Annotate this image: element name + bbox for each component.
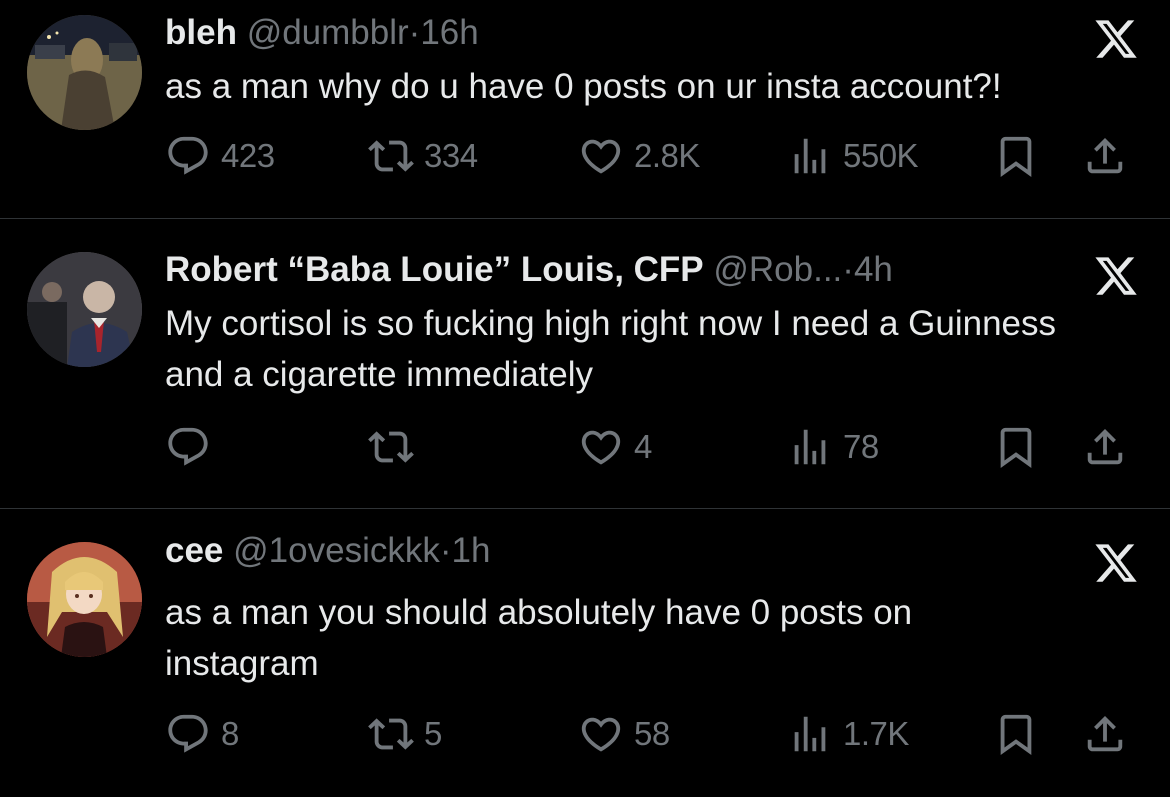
action-bar: 4 78 bbox=[165, 424, 1140, 470]
repost-arrows-icon bbox=[368, 431, 414, 463]
tweet-text: as a man why do u have 0 posts on ur ins… bbox=[165, 67, 1002, 106]
like-count: 58 bbox=[634, 715, 670, 752]
like-count: 2.8K bbox=[634, 137, 700, 174]
views-button[interactable]: 1.7K bbox=[787, 711, 909, 757]
display-name[interactable]: cee bbox=[165, 531, 223, 570]
bookmark-button[interactable] bbox=[993, 424, 1039, 470]
repost-count: 5 bbox=[424, 715, 442, 752]
speech-bubble-icon bbox=[168, 714, 208, 753]
like-button[interactable]: 4 bbox=[578, 424, 652, 470]
views-count: 550K bbox=[843, 137, 919, 174]
reply-button[interactable]: 423 bbox=[165, 133, 275, 179]
tweet[interactable]: bleh @dumbblr·16h as a man why do u have… bbox=[0, 0, 1170, 218]
like-count: 4 bbox=[634, 428, 652, 465]
bookmark-icon bbox=[1000, 136, 1032, 177]
like-button[interactable]: 2.8K bbox=[578, 133, 700, 179]
bar-chart-icon bbox=[794, 716, 826, 752]
bar-chart-icon bbox=[794, 138, 826, 174]
tweet-header: bleh @dumbblr·16h bbox=[165, 13, 479, 53]
x-logo-icon bbox=[1095, 257, 1137, 295]
share-button[interactable] bbox=[1082, 424, 1128, 470]
repost-button[interactable]: 334 bbox=[368, 133, 478, 179]
timestamp[interactable]: 16h bbox=[420, 13, 478, 52]
display-name[interactable]: bleh bbox=[165, 13, 237, 52]
timestamp[interactable]: 1h bbox=[452, 531, 491, 570]
views-button[interactable]: 550K bbox=[787, 133, 919, 179]
bookmark-button[interactable] bbox=[993, 133, 1039, 179]
repost-count: 334 bbox=[424, 137, 478, 174]
repost-arrows-icon bbox=[368, 718, 414, 750]
handle[interactable]: @Rob... bbox=[713, 250, 842, 289]
tweet-header: Robert “Baba Louie” Louis, CFP @Rob...·4… bbox=[165, 250, 893, 290]
repost-button[interactable]: 5 bbox=[368, 711, 442, 757]
avatar[interactable] bbox=[27, 15, 142, 130]
avatar[interactable] bbox=[27, 542, 142, 657]
separator-dot: · bbox=[842, 250, 854, 289]
share-upload-icon bbox=[1087, 715, 1123, 752]
speech-bubble-icon bbox=[168, 136, 208, 175]
action-bar: 8 5 58 1.7K bbox=[165, 711, 1140, 757]
bar-chart-icon bbox=[794, 429, 826, 465]
tweet-text: as a man you should absolutely have 0 po… bbox=[165, 593, 913, 683]
separator-dot: · bbox=[408, 13, 421, 52]
views-count: 1.7K bbox=[843, 715, 909, 752]
separator-dot: · bbox=[439, 531, 452, 570]
repost-button[interactable] bbox=[368, 424, 424, 470]
timestamp[interactable]: 4h bbox=[854, 250, 893, 289]
views-button[interactable]: 78 bbox=[787, 424, 879, 470]
bookmark-icon bbox=[1000, 427, 1032, 468]
share-upload-icon bbox=[1087, 137, 1123, 174]
handle[interactable]: @1ovesickkk bbox=[233, 531, 440, 570]
heart-icon bbox=[581, 717, 621, 752]
repost-arrows-icon bbox=[368, 140, 414, 172]
reply-button[interactable] bbox=[165, 424, 221, 470]
like-button[interactable]: 58 bbox=[578, 711, 670, 757]
action-bar: 423 334 2.8K 550K bbox=[165, 133, 1140, 179]
bookmark-icon bbox=[1000, 714, 1032, 755]
reply-button[interactable]: 8 bbox=[165, 711, 239, 757]
bookmark-button[interactable] bbox=[993, 711, 1039, 757]
tweet[interactable]: Robert “Baba Louie” Louis, CFP @Rob...·4… bbox=[0, 219, 1170, 508]
tweet[interactable]: cee @1ovesickkk·1h as a man you should a… bbox=[0, 509, 1170, 797]
heart-icon bbox=[581, 139, 621, 174]
reply-count: 8 bbox=[221, 715, 239, 752]
x-logo-icon bbox=[1095, 20, 1137, 58]
tweet-header: cee @1ovesickkk·1h bbox=[165, 531, 490, 571]
speech-bubble-icon bbox=[168, 427, 208, 466]
views-count: 78 bbox=[843, 428, 879, 465]
tweet-text: My cortisol is so fucking high right now… bbox=[165, 304, 1056, 394]
share-button[interactable] bbox=[1082, 711, 1128, 757]
share-button[interactable] bbox=[1082, 133, 1128, 179]
x-logo-icon bbox=[1095, 544, 1137, 582]
reply-count: 423 bbox=[221, 137, 275, 174]
handle[interactable]: @dumbblr bbox=[247, 13, 409, 52]
share-upload-icon bbox=[1087, 428, 1123, 465]
avatar[interactable] bbox=[27, 252, 142, 367]
display-name[interactable]: Robert “Baba Louie” Louis, CFP bbox=[165, 250, 704, 289]
heart-icon bbox=[581, 430, 621, 465]
